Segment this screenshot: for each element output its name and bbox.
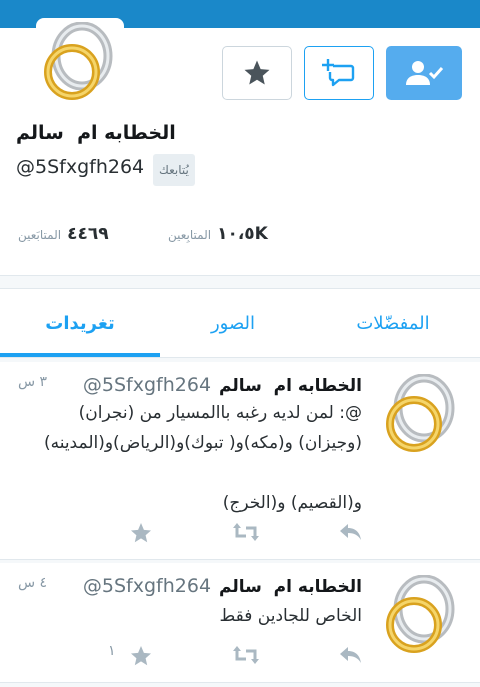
tweet-time: ٣ س [18, 374, 48, 390]
rings-image [44, 22, 113, 100]
favorite-button[interactable] [222, 46, 292, 100]
tweet-author-handle[interactable]: @5Sfxgfh264 [83, 575, 211, 597]
tweet-author-name[interactable]: الخطابه ام سالم [219, 577, 362, 597]
tweet-time: ٤ س [18, 575, 48, 591]
like-count: ١ [108, 643, 116, 659]
retweet-button[interactable] [230, 643, 262, 667]
retweet-button[interactable] [230, 520, 262, 544]
tweet-author-name[interactable]: الخطابه ام سالم [219, 376, 362, 396]
star-icon [131, 523, 151, 543]
following-stat[interactable]: ٤٤٦٩ المتابَعين [18, 224, 109, 244]
followers-stat[interactable]: ١٠،٥K المتابِعين [168, 224, 268, 244]
tweet-author-handle[interactable]: @5Sfxgfh264 [83, 374, 211, 396]
message-button[interactable] [304, 46, 374, 100]
retweet-icon [233, 523, 259, 541]
reply-icon [340, 524, 361, 540]
rings-image [386, 575, 455, 653]
tweet-item[interactable]: الخطابه ام سالم @5Sfxgfh264 ٤ س الخاص لل… [0, 563, 480, 683]
star-icon [131, 646, 151, 666]
tweet-avatar[interactable] [380, 372, 464, 456]
rings-image [386, 374, 455, 452]
reply-button[interactable] [336, 520, 366, 544]
profile-name: الخطابه ام سالم [16, 122, 176, 144]
user-check-icon [406, 61, 444, 85]
like-button[interactable] [126, 643, 156, 669]
tweet-text: الخاص للجادين فقط [219, 606, 362, 626]
followers-count: ١٠،٥K [217, 224, 268, 244]
tab-favorites[interactable]: المفضّلات [306, 289, 480, 357]
tab-photos[interactable]: الصور [160, 289, 306, 357]
followers-label: المتابِعين [168, 228, 212, 242]
profile-handle: @5Sfxgfh264 [16, 156, 145, 178]
reply-icon [340, 647, 361, 663]
active-tab-indicator [0, 353, 160, 357]
tweet-header: الخطابه ام سالم @5Sfxgfh264 [83, 575, 362, 597]
follows-you-badge: يُتابعك [153, 154, 195, 186]
message-add-icon [322, 59, 355, 87]
tab-tweets[interactable]: تغريدات [0, 289, 160, 357]
following-count: ٤٤٦٩ [67, 224, 109, 244]
tweet-item[interactable]: الخطابه ام سالم @5Sfxgfh264 ٣ س @: لمن ل… [0, 362, 480, 560]
retweet-icon [233, 646, 259, 664]
profile-header: الخطابه ام سالم @5Sfxgfh264 يُتابعك ٤٤٦٩… [0, 18, 480, 276]
tweet-text: @: لمن لديه رغبه باالمسيار من (نجران) (و… [43, 403, 362, 513]
tweet-header: الخطابه ام سالم @5Sfxgfh264 [83, 374, 362, 396]
profile-avatar[interactable] [36, 18, 124, 106]
following-label: المتابَعين [18, 228, 62, 242]
profile-tabs: تغريدات الصور المفضّلات [0, 288, 480, 358]
following-button[interactable] [386, 46, 462, 100]
like-button[interactable] [126, 520, 156, 546]
star-icon [244, 60, 270, 85]
reply-button[interactable] [336, 643, 366, 667]
tweet-avatar[interactable] [380, 573, 464, 657]
